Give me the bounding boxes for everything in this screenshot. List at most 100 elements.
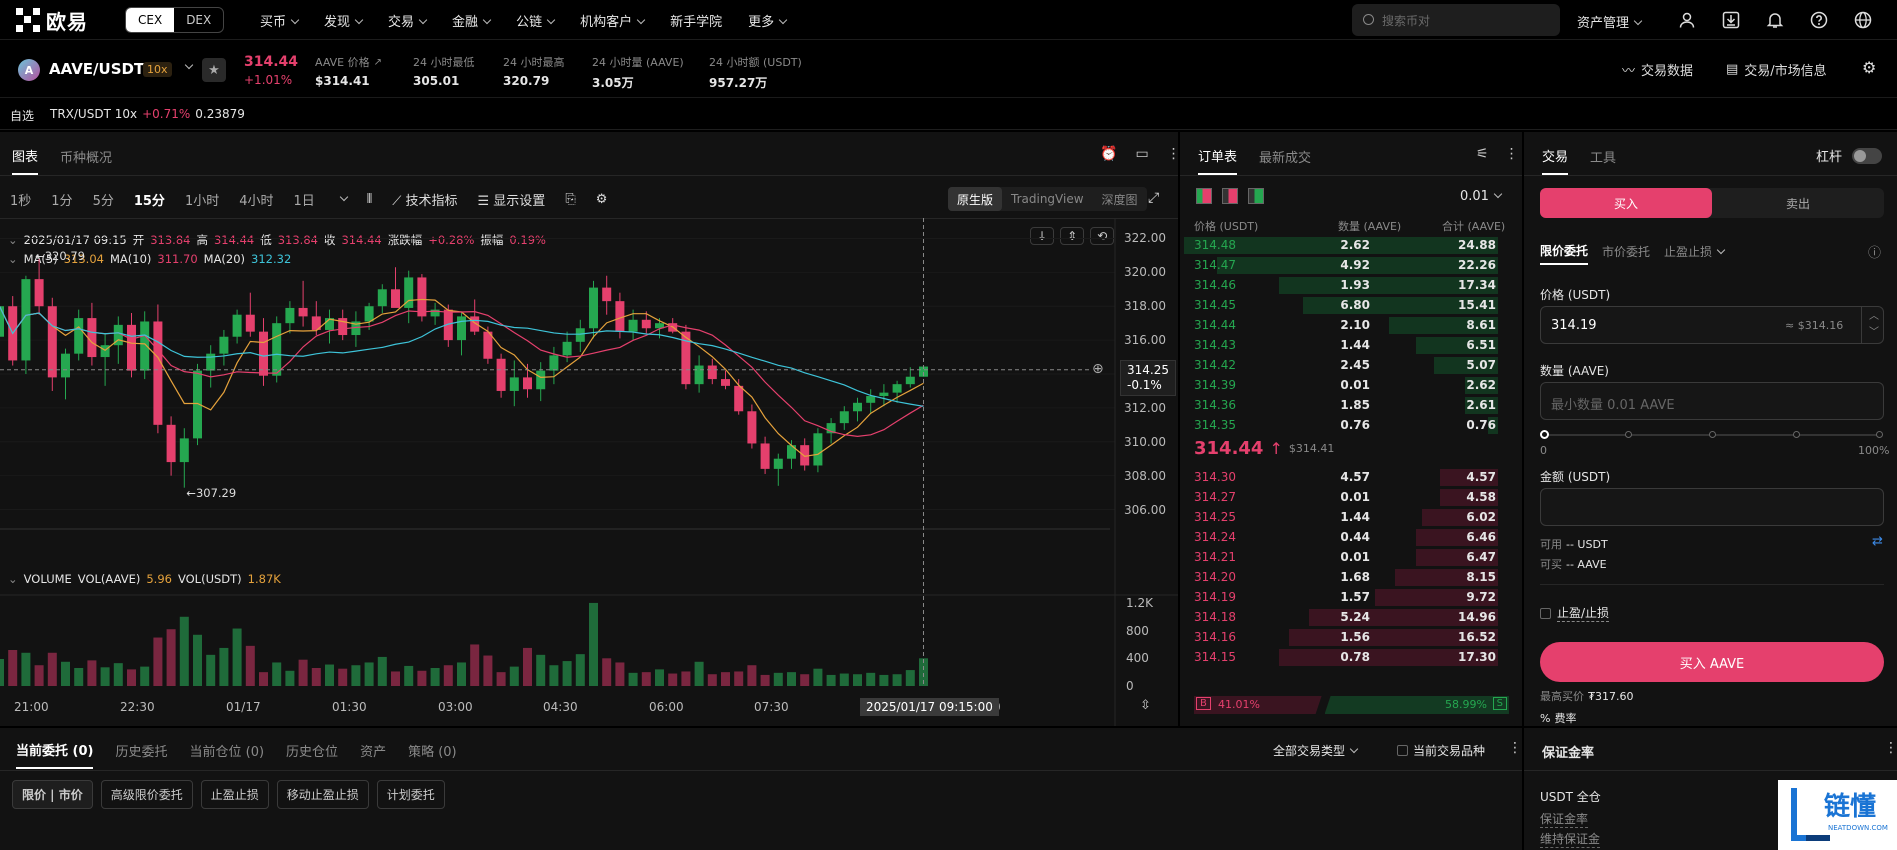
book-row[interactable]: 314.44 2.10 8.61 [1180, 315, 1510, 335]
pair-name[interactable]: AAVE/USDT [49, 60, 144, 78]
book-row[interactable]: 314.43 1.44 6.51 [1180, 335, 1510, 355]
transfer-icon[interactable]: ⇄ [1872, 534, 1883, 549]
book-asks-view-icon[interactable] [1222, 188, 1238, 204]
nav-finance[interactable]: 金融 [452, 11, 492, 30]
book-row[interactable]: 314.47 4.92 22.26 [1180, 255, 1510, 275]
submit-buy-button[interactable]: 买入 AAVE [1540, 642, 1884, 682]
current-pair-checkbox[interactable]: 当前交易品种 [1397, 742, 1485, 759]
nav-institutional[interactable]: 机构客户 [580, 11, 646, 30]
book-row[interactable]: 314.19 1.57 9.72 [1180, 587, 1510, 607]
book-row[interactable]: 314.48 2.62 24.88 [1180, 235, 1510, 255]
help-icon[interactable]: ⓘ [1868, 242, 1881, 261]
subtab-limit-market[interactable]: 限价 | 市价 [12, 780, 93, 809]
book-row[interactable]: 314.45 6.80 15.41 [1180, 295, 1510, 315]
download-icon[interactable] [1719, 8, 1743, 32]
tab-strategies[interactable]: 策略 (0) [408, 741, 457, 768]
brand-logo[interactable]: 欧易 [16, 8, 100, 34]
amount-input[interactable] [1540, 488, 1884, 526]
nav-more[interactable]: 更多 [748, 11, 788, 30]
chevron-down-icon[interactable]: ﹀ [1869, 323, 1879, 338]
tab-trade[interactable]: 交易 [1542, 146, 1569, 175]
alert-icon[interactable]: ⏰ [1100, 146, 1117, 162]
more-vertical-icon[interactable]: ⋮ [1167, 146, 1181, 162]
mode-native[interactable]: 原生版 [948, 187, 1003, 211]
mode-depth[interactable]: 深度图 [1093, 187, 1147, 211]
book-row[interactable]: 314.20 1.68 8.15 [1180, 567, 1510, 587]
tf-15m[interactable]: 15分 [134, 190, 165, 209]
price-stepper[interactable]: ︿ ﹀ [1861, 307, 1885, 343]
book-row[interactable]: 314.42 2.45 5.07 [1180, 355, 1510, 375]
pair-dropdown[interactable] [180, 60, 194, 74]
book-both-view-icon[interactable] [1196, 188, 1212, 204]
dex-toggle[interactable]: DEX [174, 8, 223, 32]
tab-order-history[interactable]: 历史委托 [115, 741, 167, 768]
settings-gear-icon[interactable]: ⚙ [1862, 58, 1876, 77]
tf-1h[interactable]: 1小时 [185, 190, 219, 209]
axis-scale-icon[interactable]: ⇳ [1140, 698, 1151, 713]
qty-slider[interactable] [1540, 429, 1884, 441]
book-row[interactable]: 314.25 1.44 6.02 [1180, 507, 1510, 527]
tf-1m[interactable]: 1分 [51, 190, 72, 209]
book-row[interactable]: 314.46 1.93 17.34 [1180, 275, 1510, 295]
buy-tab[interactable]: 买入 [1540, 188, 1712, 218]
tab-chart[interactable]: 图表 [12, 146, 39, 175]
book-row[interactable]: 314.39 0.01 2.62 [1180, 375, 1510, 395]
more-vertical-icon[interactable]: ⋮ [1508, 740, 1522, 756]
book-row[interactable]: 314.36 1.85 2.61 [1180, 395, 1510, 415]
candle-type-icon[interactable]: ⫴ [367, 192, 372, 207]
tf-more-dropdown[interactable] [335, 192, 349, 207]
search-input[interactable]: 搜索币对 [1352, 4, 1560, 36]
expand-icon[interactable]: ⤢ [1148, 190, 1159, 206]
price-input[interactable]: 314.19 ≈ $314.16 ︿ ﹀ [1540, 306, 1884, 344]
cex-toggle[interactable]: CEX [126, 8, 175, 32]
book-row[interactable]: 314.35 0.76 0.76 [1180, 415, 1510, 435]
sliders-icon[interactable]: ⚟ [1476, 146, 1489, 162]
fullscreen-icon[interactable]: ▭ [1135, 146, 1148, 162]
fee-rate[interactable]: % 费率 [1540, 712, 1576, 724]
asset-menu[interactable]: 资产管理 [1577, 12, 1643, 31]
sell-tab[interactable]: 卖出 [1712, 188, 1884, 218]
bell-icon[interactable] [1763, 8, 1787, 32]
nav-buy-crypto[interactable]: 买币 [260, 11, 300, 30]
nav-trade[interactable]: 交易 [388, 11, 428, 30]
globe-icon[interactable] [1851, 8, 1875, 32]
chart-settings-icon[interactable]: ⚙ [596, 192, 608, 207]
order-type-market[interactable]: 市价委托 [1602, 243, 1650, 264]
trade-type-filter[interactable]: 全部交易类型 [1273, 742, 1359, 759]
favorite-star-icon[interactable]: ★ [202, 58, 226, 82]
nav-chain[interactable]: 公链 [516, 11, 556, 30]
snapshot-icon[interactable]: ⎘ [565, 192, 575, 207]
crosshair-add-icon[interactable]: ⊕ [1092, 361, 1104, 377]
mode-tradingview[interactable]: TradingView [1002, 187, 1093, 211]
order-type-tpsl[interactable]: 止盈止损 [1664, 243, 1726, 264]
watchlist-label[interactable]: 自选 [10, 107, 34, 124]
trade-data-button[interactable]: 〰 交易数据 [1622, 60, 1693, 79]
subtab-trailing-stop[interactable]: 移动止盈止损 [276, 780, 369, 809]
display-settings-button[interactable]: ☰ 显示设置 [478, 190, 546, 209]
external-link-icon[interactable]: ↗ [374, 57, 382, 68]
nav-discover[interactable]: 发现 [324, 11, 364, 30]
tab-recent-trades[interactable]: 最新成交 [1259, 147, 1311, 174]
tf-5m[interactable]: 5分 [93, 190, 114, 209]
tab-positions[interactable]: 当前仓位 (0) [189, 741, 264, 768]
book-row[interactable]: 314.24 0.44 6.46 [1180, 527, 1510, 547]
qty-input[interactable]: 最小数量 0.01 AAVE [1540, 382, 1884, 420]
book-row[interactable]: 314.21 0.01 6.47 [1180, 547, 1510, 567]
tf-4h[interactable]: 4小时 [239, 190, 273, 209]
book-row[interactable]: 314.27 0.01 4.58 [1180, 487, 1510, 507]
leverage-switch[interactable] [1852, 147, 1883, 164]
book-row[interactable]: 314.30 4.57 4.57 [1180, 467, 1510, 487]
tf-1d[interactable]: 1日 [294, 190, 315, 209]
candlestick-chart[interactable] [0, 218, 1178, 726]
help-icon[interactable] [1807, 8, 1831, 32]
more-vertical-icon[interactable]: ⋮ [1505, 146, 1519, 162]
subtab-tpsl[interactable]: 止盈止损 [200, 780, 269, 809]
tf-1s[interactable]: 1秒 [10, 190, 31, 209]
book-row[interactable]: 314.18 5.24 14.96 [1180, 607, 1510, 627]
tab-assets[interactable]: 资产 [360, 741, 386, 768]
chevron-up-icon[interactable]: ︿ [1869, 307, 1879, 322]
indicators-button[interactable]: ⟋ 技术指标 [392, 190, 457, 209]
order-type-limit[interactable]: 限价委托 [1540, 242, 1589, 265]
subtab-trigger[interactable]: 计划委托 [376, 780, 445, 809]
tab-position-history[interactable]: 历史仓位 [286, 741, 338, 768]
